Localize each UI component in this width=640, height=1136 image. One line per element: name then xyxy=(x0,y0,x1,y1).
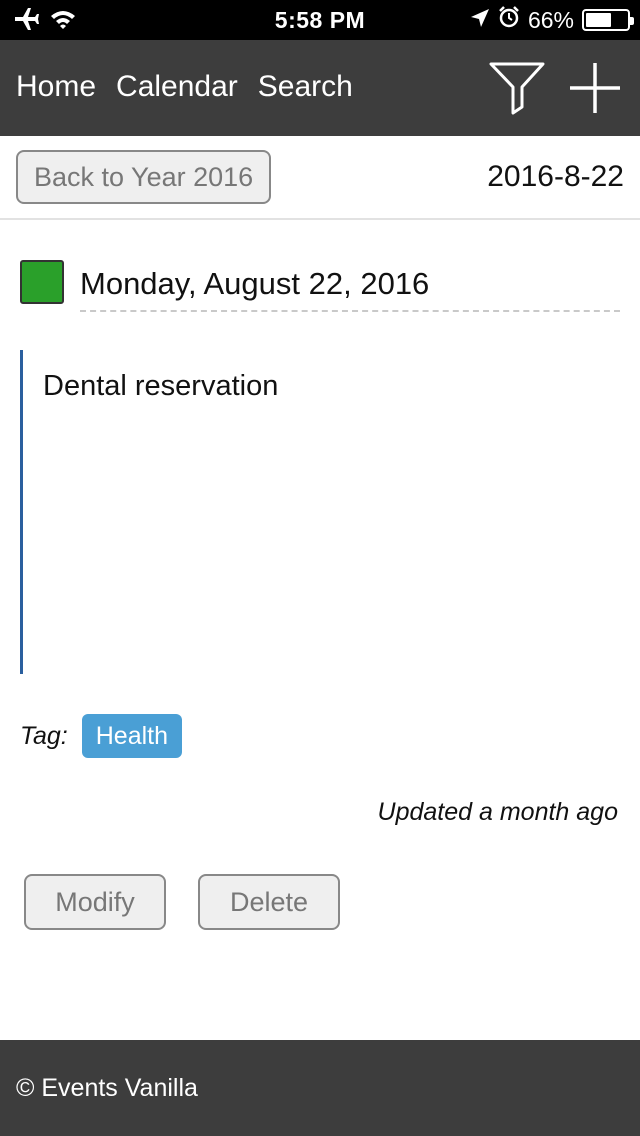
event-heading: Monday, August 22, 2016 xyxy=(20,260,620,312)
nav-home-link[interactable]: Home xyxy=(16,70,96,104)
status-bar: 5:58 PM 66% xyxy=(0,0,640,40)
event-description: Dental reservation xyxy=(43,370,279,402)
battery-fill xyxy=(586,13,612,27)
battery-icon xyxy=(582,9,634,31)
action-buttons: Modify Delete xyxy=(24,874,340,930)
nav-calendar-link[interactable]: Calendar xyxy=(116,70,238,104)
battery-percent: 66% xyxy=(527,6,574,33)
top-nav: Home Calendar Search xyxy=(0,40,640,136)
location-arrow-icon xyxy=(470,7,490,34)
footer: © Events Vanilla xyxy=(0,1040,640,1136)
event-color-swatch xyxy=(20,260,64,304)
tag-label: Tag: xyxy=(20,721,68,750)
updated-timestamp: Updated a month ago xyxy=(377,798,618,826)
alarm-icon xyxy=(498,6,520,34)
nav-links: Home Calendar Search xyxy=(16,70,353,104)
plus-icon[interactable] xyxy=(566,60,624,116)
filter-icon[interactable] xyxy=(488,60,546,116)
back-to-year-button[interactable]: Back to Year 2016 xyxy=(16,150,272,204)
nav-search-link[interactable]: Search xyxy=(258,70,353,104)
date-code: 2016-8-22 xyxy=(487,160,624,193)
footer-copyright: © Events Vanilla xyxy=(16,1074,198,1102)
status-right: 66% xyxy=(470,6,634,34)
nav-icons xyxy=(488,60,624,116)
tag-health-chip[interactable]: Health xyxy=(81,714,182,758)
subheader: Back to Year 2016 2016-8-22 xyxy=(0,136,640,220)
modify-button[interactable]: Modify xyxy=(24,874,166,930)
event-description-block: Dental reservation xyxy=(20,350,620,674)
delete-button[interactable]: Delete xyxy=(198,874,340,930)
event-date-title: Monday, August 22, 2016 xyxy=(80,266,620,312)
tag-row: Tag: Health xyxy=(20,714,182,758)
